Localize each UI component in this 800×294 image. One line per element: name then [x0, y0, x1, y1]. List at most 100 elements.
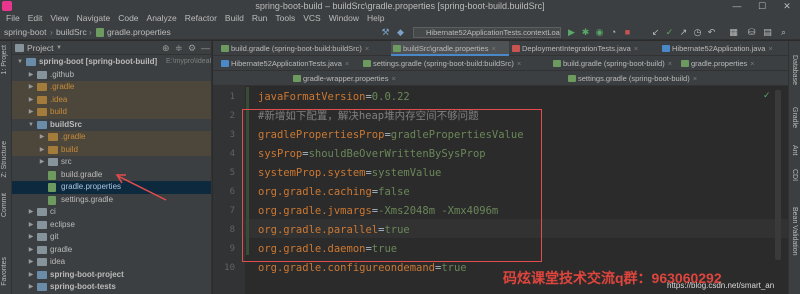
ant-tool-tab[interactable]: Ant: [791, 145, 798, 156]
favorites-tool-tab[interactable]: Favorites: [1, 257, 8, 286]
close-tab-icon[interactable]: ×: [668, 59, 672, 68]
breadcrumb-file[interactable]: gradle.properties: [107, 25, 171, 40]
collapse-all-icon[interactable]: ≑: [175, 41, 183, 55]
gear-icon[interactable]: ⚙: [188, 41, 196, 55]
menu-item-build[interactable]: Build: [221, 11, 248, 25]
rollback-icon[interactable]: ↶: [706, 27, 717, 38]
editor-tab[interactable]: gradle.properties ×: [679, 56, 788, 71]
tree-item[interactable]: ▶ src: [12, 156, 211, 169]
history-icon[interactable]: ◷: [692, 27, 703, 38]
gradle-tool-tab[interactable]: Gradle: [791, 107, 798, 128]
collapse-arrow-icon[interactable]: ▶: [27, 244, 35, 257]
tree-item[interactable]: ▶ .github: [12, 69, 211, 82]
chevron-down-icon[interactable]: ▼: [56, 41, 62, 55]
editor-tab[interactable]: build.gradle (spring-boot-build:buildSrc…: [219, 41, 390, 56]
menu-item-navigate[interactable]: Navigate: [73, 11, 115, 25]
expand-arrow-icon[interactable]: ▼: [16, 56, 24, 69]
editor-tab[interactable]: build.gradle (spring-boot-build) ×: [551, 56, 678, 71]
close-tab-icon[interactable]: ×: [517, 59, 521, 68]
tree-item[interactable]: ▼ spring-boot [spring-boot-build] E:\mypro…: [12, 56, 211, 69]
hammer-icon[interactable]: ⚒: [380, 27, 391, 38]
breadcrumb-project[interactable]: spring-boot: [4, 25, 47, 40]
editor-tab[interactable]: DeploymentIntegrationTests.java ×: [510, 41, 659, 56]
profile-icon[interactable]: ◔: [608, 27, 619, 38]
collapse-arrow-icon[interactable]: ▶: [27, 256, 35, 269]
close-tab-icon[interactable]: ×: [345, 59, 349, 68]
vcs-update-icon[interactable]: ↙: [650, 27, 661, 38]
tree-item[interactable]: ▶ git: [12, 231, 211, 244]
menu-item-run[interactable]: Run: [248, 11, 272, 25]
collapse-arrow-icon[interactable]: ▶: [38, 131, 46, 144]
tree-item[interactable]: ▼ buildSrc: [12, 119, 211, 132]
search-icon[interactable]: ⌕: [778, 27, 789, 38]
locate-file-icon[interactable]: ⊕: [162, 41, 170, 55]
tree-item[interactable]: ▶ eclipse: [12, 219, 211, 232]
collapse-arrow-icon[interactable]: ▶: [27, 269, 35, 282]
menu-item-refactor[interactable]: Refactor: [181, 11, 221, 25]
menu-item-vcs[interactable]: VCS: [299, 11, 324, 25]
database-icon[interactable]: ⛁: [746, 27, 757, 38]
tree-item[interactable]: ▶ build: [12, 106, 211, 119]
menu-item-analyze[interactable]: Analyze: [143, 11, 181, 25]
close-tab-icon[interactable]: ×: [365, 44, 369, 53]
breadcrumb-module[interactable]: buildSrc: [56, 25, 87, 40]
run-configuration-select[interactable]: Hibernate52ApplicationTests.contextLoads: [413, 27, 561, 38]
build-icon[interactable]: ◆: [395, 27, 406, 38]
vcs-commit-icon[interactable]: ✓: [664, 27, 675, 38]
editor-tab[interactable]: Hibernate52ApplicationTests.java ×: [219, 56, 360, 71]
menu-item-code[interactable]: Code: [114, 11, 142, 25]
project-structure-icon[interactable]: ▦: [728, 27, 739, 38]
tree-item[interactable]: ▶ ci: [12, 206, 211, 219]
collapse-arrow-icon[interactable]: ▶: [27, 281, 35, 294]
collapse-arrow-icon[interactable]: ▶: [27, 94, 35, 107]
tree-item[interactable]: ▶ gradle: [12, 244, 211, 257]
tree-item[interactable]: ▶ .gradle: [12, 131, 211, 144]
inspection-ok-icon[interactable]: ✓: [763, 90, 771, 101]
debug-icon[interactable]: ✱: [580, 27, 591, 38]
close-tab-icon[interactable]: ×: [634, 44, 638, 53]
editor-tab[interactable]: Hibernate52Application.java ×: [660, 41, 788, 56]
database-tool-tab[interactable]: Database: [791, 55, 798, 85]
menu-item-edit[interactable]: Edit: [24, 11, 47, 25]
tree-item[interactable]: ▶ .idea: [12, 93, 211, 107]
menu-item-view[interactable]: View: [46, 11, 72, 25]
tree-item[interactable]: ▶ spring-boot-tests: [12, 281, 211, 294]
collapse-arrow-icon[interactable]: ▶: [27, 219, 35, 232]
coverage-icon[interactable]: ◉: [594, 27, 605, 38]
collapse-arrow-icon[interactable]: ▶: [27, 231, 35, 244]
editor-tab[interactable]: buildSrc\gradle.properties ×: [391, 41, 509, 56]
collapse-arrow-icon[interactable]: ▶: [27, 106, 35, 119]
expand-arrow-icon[interactable]: ▼: [27, 119, 35, 132]
structure-tool-tab[interactable]: Z: Structure: [1, 141, 8, 178]
collapse-arrow-icon[interactable]: ▶: [27, 69, 35, 82]
project-panel-title[interactable]: Project: [27, 41, 53, 55]
vcs-push-icon[interactable]: ↗: [678, 27, 689, 38]
cdi-tool-tab[interactable]: CDI: [791, 169, 798, 181]
commit-tool-tab[interactable]: Commit: [1, 193, 8, 217]
close-tab-icon[interactable]: ×: [491, 44, 495, 53]
close-tab-icon[interactable]: ×: [693, 74, 697, 83]
tree-item[interactable]: ▶ spring-boot-project: [12, 269, 211, 282]
close-tab-icon[interactable]: ×: [750, 59, 754, 68]
menu-item-tools[interactable]: Tools: [271, 11, 299, 25]
collapse-arrow-icon[interactable]: ▶: [38, 156, 46, 169]
run-icon[interactable]: ▶: [566, 27, 577, 38]
menu-item-file[interactable]: File: [2, 11, 24, 25]
editor-tab[interactable]: settings.gradle (spring-boot-build) ×: [566, 71, 716, 86]
stop-icon[interactable]: ■: [622, 27, 633, 38]
hide-panel-icon[interactable]: —: [201, 41, 210, 55]
editor-tab[interactable]: settings.gradle (spring-boot-build:build…: [361, 56, 550, 71]
tree-item[interactable]: ▶ idea: [12, 256, 211, 269]
collapse-arrow-icon[interactable]: ▶: [27, 81, 35, 94]
editor-tab[interactable]: gradle-wrapper.properties ×: [291, 71, 417, 86]
menu-item-window[interactable]: Window: [325, 11, 363, 25]
layout-icon[interactable]: ▤: [762, 27, 773, 38]
tree-item[interactable]: ▶ build: [12, 143, 211, 156]
collapse-arrow-icon[interactable]: ▶: [27, 206, 35, 219]
project-tool-tab[interactable]: 1: Project: [1, 45, 8, 75]
close-tab-icon[interactable]: ×: [391, 74, 395, 83]
tree-item[interactable]: ▶ .gradle: [12, 81, 211, 94]
editor-scrollbar[interactable]: [775, 90, 781, 260]
bean-validation-tool-tab[interactable]: Bean Validation: [791, 207, 798, 256]
close-tab-icon[interactable]: ×: [768, 44, 772, 53]
